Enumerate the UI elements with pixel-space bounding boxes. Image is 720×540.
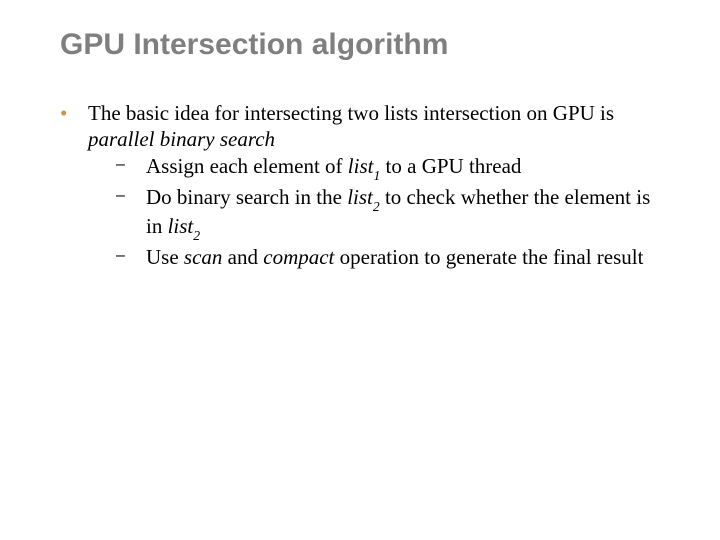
l1-pre: The basic idea for intersecting two list… xyxy=(88,101,614,125)
sub3-compact: compact xyxy=(263,245,334,269)
sub3-post: operation to generate the final result xyxy=(334,245,643,269)
slide-title: GPU Intersection algorithm xyxy=(60,28,448,62)
dash-icon: – xyxy=(116,244,146,268)
sub3-text: Use scan and compact operation to genera… xyxy=(146,244,670,270)
slide-body: • The basic idea for intersecting two li… xyxy=(60,100,670,275)
l1-em: parallel binary search xyxy=(88,127,275,151)
bullet-level2: – Use scan and compact operation to gene… xyxy=(116,244,670,270)
bullet-level1: • The basic idea for intersecting two li… xyxy=(60,100,670,273)
bullet-level2: – Assign each element of list1 to a GPU … xyxy=(116,153,670,182)
sub2-pre: Do binary search in the xyxy=(146,185,347,209)
sub2-list: list xyxy=(347,185,373,209)
slide: GPU Intersection algorithm • The basic i… xyxy=(0,0,720,540)
dash-icon: – xyxy=(116,153,146,177)
sub1-list: list xyxy=(348,154,374,178)
dash-icon: – xyxy=(116,184,146,208)
sub1-post: to a GPU thread xyxy=(380,154,521,178)
sub1-text: Assign each element of list1 to a GPU th… xyxy=(146,153,670,182)
sub1-pre: Assign each element of xyxy=(146,154,348,178)
sub2-list2: list xyxy=(168,214,194,238)
sub3-and: and xyxy=(222,245,263,269)
bullet-level1-text: The basic idea for intersecting two list… xyxy=(88,100,670,273)
sub2-subscript2: 2 xyxy=(193,228,200,243)
sub2-text: Do binary search in the list2 to check w… xyxy=(146,184,670,243)
sub3-pre: Use xyxy=(146,245,184,269)
bullet-dot-icon: • xyxy=(60,100,88,126)
sub1-subscript: 1 xyxy=(373,168,380,183)
sub2-subscript: 2 xyxy=(373,199,380,214)
bullet-level2: – Do binary search in the list2 to check… xyxy=(116,184,670,243)
sub3-scan: scan xyxy=(184,245,223,269)
